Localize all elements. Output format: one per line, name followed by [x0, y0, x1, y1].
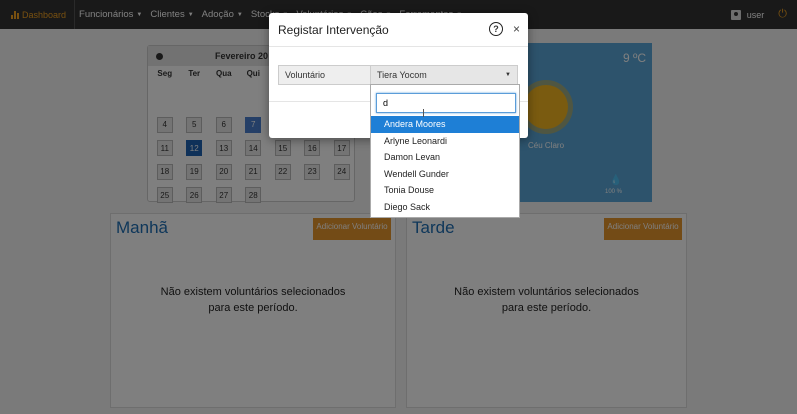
text-cursor — [423, 109, 424, 117]
volunteer-field: Voluntário Tiera Yocom ▼ — [278, 65, 518, 85]
volunteer-label: Voluntário — [279, 66, 371, 84]
dropdown-option[interactable]: Arlyne Leonardi — [371, 133, 519, 150]
dropdown-option[interactable]: Damon Levan — [371, 149, 519, 166]
volunteer-selected: Tiera Yocom — [377, 70, 427, 80]
volunteer-select[interactable]: Tiera Yocom ▼ — [371, 66, 517, 84]
dropdown-option[interactable]: Wendell Gunder — [371, 166, 519, 183]
dropdown-search-input[interactable] — [376, 93, 516, 113]
dropdown-option[interactable]: Andera Moores — [371, 116, 519, 133]
close-icon[interactable]: × — [513, 22, 520, 36]
dropdown-options: Andera Moores Arlyne Leonardi Damon Leva… — [371, 116, 519, 215]
dropdown-option[interactable]: Tonia Douse — [371, 182, 519, 199]
caret-down-icon: ▼ — [505, 72, 511, 78]
modal-title: Registar Intervenção — [278, 22, 389, 37]
dropdown-option[interactable]: Diego Sack — [371, 199, 519, 216]
help-icon[interactable]: ? — [489, 22, 503, 36]
volunteer-dropdown: Andera Moores Arlyne Leonardi Damon Leva… — [370, 84, 520, 218]
